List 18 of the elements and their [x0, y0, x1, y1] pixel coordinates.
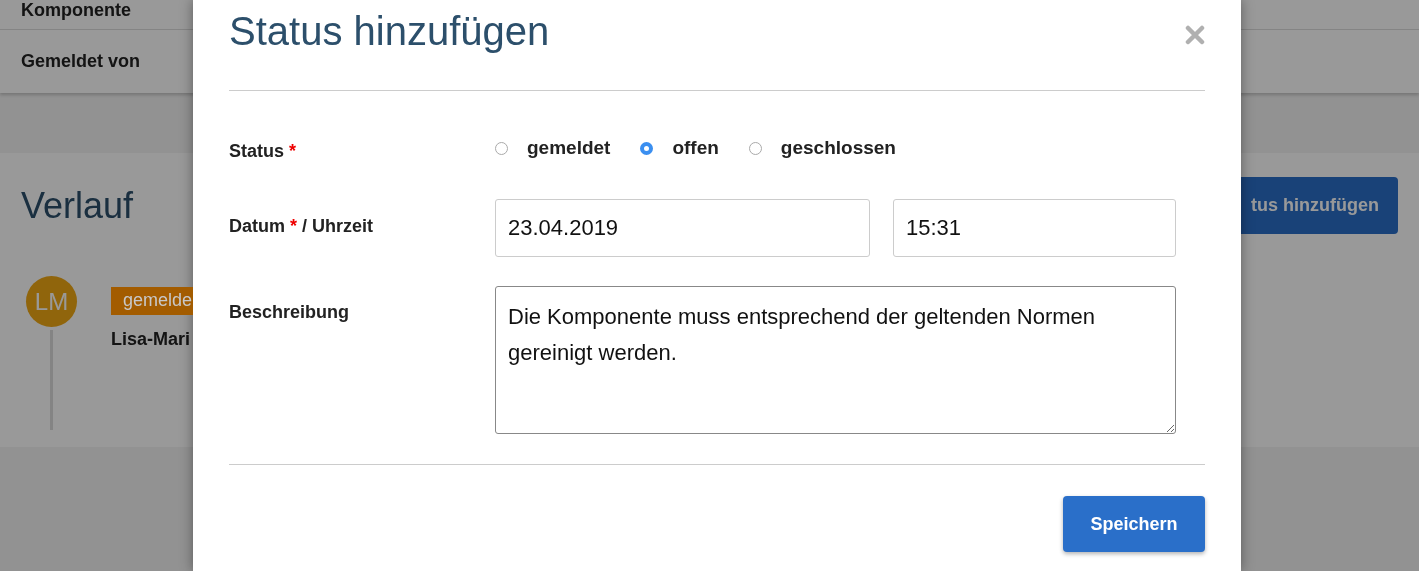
field-label: Gemeldet von — [21, 52, 141, 70]
field-label: Datum * / Uhrzeit — [229, 215, 375, 237]
dialog-title: Status hinzufügen — [229, 8, 550, 54]
avatar: LM — [26, 276, 77, 327]
radio-option[interactable]: offen — [640, 137, 719, 159]
field-label: Status * — [229, 140, 298, 162]
section-title: Verlauf — [21, 184, 134, 227]
radio-option[interactable]: geschlossen — [748, 137, 896, 159]
field-label: Beschreibung — [229, 301, 351, 324]
description-field[interactable]: Die Komponente muss entsprechend der geltenden Normen gereinigt werden. — [495, 286, 1176, 434]
field-label: Komponente — [21, 1, 131, 22]
status-tag: gemelde — [111, 287, 193, 315]
close-icon[interactable] — [1185, 25, 1205, 45]
radio-option[interactable]: gemeldet — [495, 137, 611, 159]
date-field[interactable]: 23.04.2019 — [495, 199, 870, 257]
time-field[interactable]: 15:31 — [893, 199, 1176, 257]
save-button[interactable]: Speichern — [1063, 496, 1205, 552]
author-name: Lisa-Mari — [111, 329, 191, 350]
